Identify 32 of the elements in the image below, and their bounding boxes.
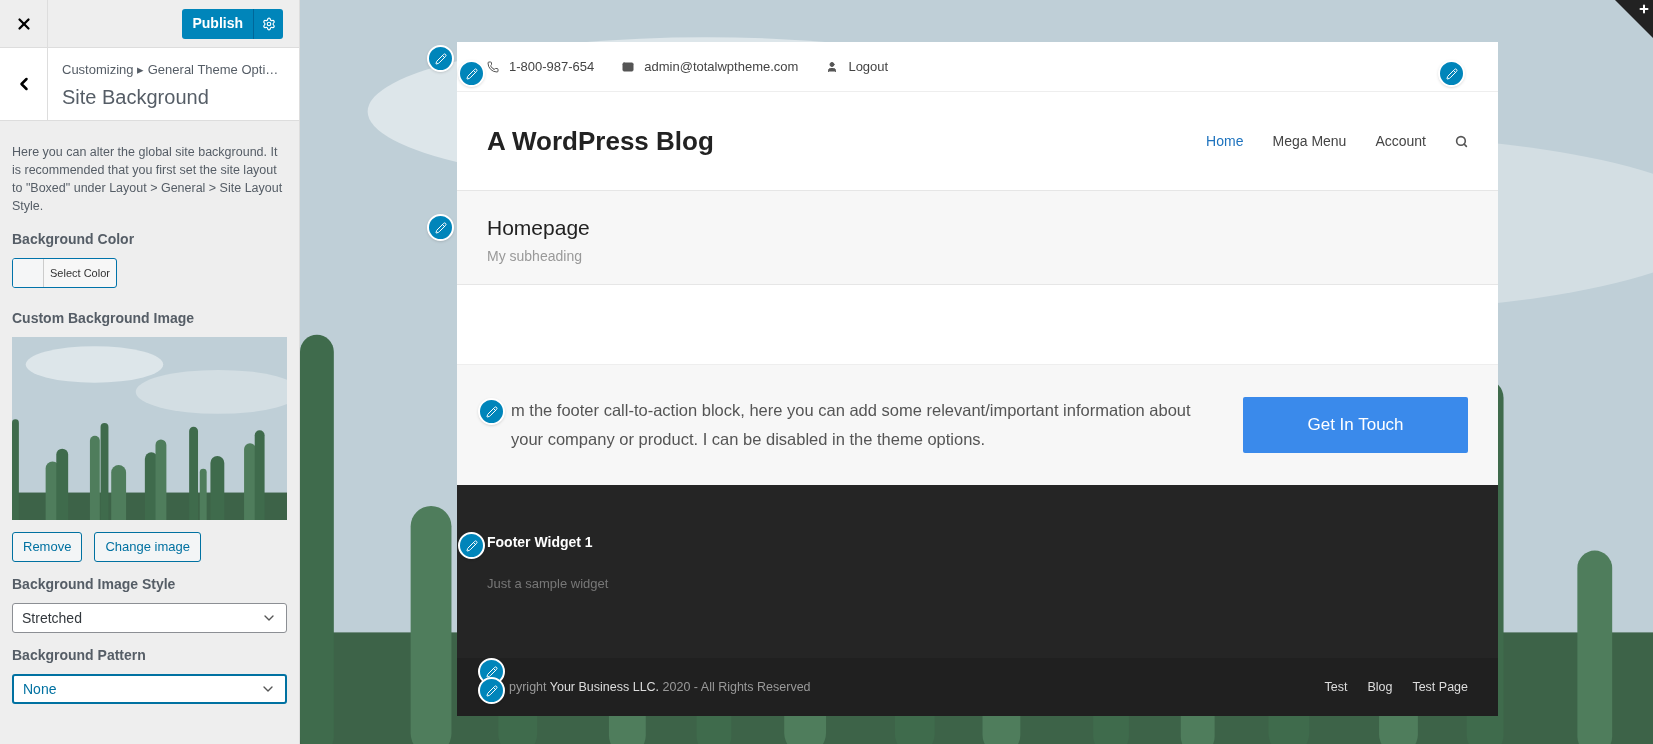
image-action-button[interactable]: Remove xyxy=(12,532,83,562)
nav-link[interactable]: Account xyxy=(1375,130,1426,152)
site-logo[interactable]: A WordPress Blog xyxy=(487,121,714,161)
select-field[interactable]: None xyxy=(12,674,287,704)
field-label: Background Image Style xyxy=(12,575,177,594)
footer-widget-text: Just a sample widget xyxy=(487,575,610,593)
topbar-link[interactable]: Logout xyxy=(848,56,889,77)
section-description: Here you can alter the global site background. It is recommended that you first set the site layout to "Boxed" under Layout > General > Site Layout Style. xyxy=(12,144,284,215)
field-label: Background Pattern xyxy=(12,646,147,665)
section-title: Site Background xyxy=(62,84,210,110)
page-subtitle: My subheading xyxy=(487,246,583,266)
phone-icon xyxy=(487,60,499,73)
copyright-text: pyright Your Business LLC. 2020 - All Rights Reserved xyxy=(509,678,811,696)
select-field[interactable]: Stretched xyxy=(12,603,287,633)
footer-link[interactable]: Blog xyxy=(1367,677,1393,697)
footer-widget-title: Footer Widget 1 xyxy=(487,533,594,552)
select-color-button[interactable]: Select Color xyxy=(12,258,117,288)
topbar-link[interactable]: 1-800-987-654 xyxy=(509,56,595,77)
search-icon[interactable] xyxy=(1455,134,1468,148)
field-label: Background Color xyxy=(12,230,136,249)
topbar-link[interactable]: admin@totalwptheme.com xyxy=(644,56,799,77)
page-title: Homepage xyxy=(487,215,591,241)
cta-text: m the footer call-to-action block, here you can add some relevant/important information about your company or product. I can be disabled in the theme options. xyxy=(511,400,1191,450)
image-action-button[interactable]: Change image xyxy=(94,532,201,562)
business-link[interactable]: Your Business LLC. xyxy=(549,679,660,694)
nav-link[interactable]: Home xyxy=(1206,130,1244,152)
footer-link[interactable]: Test xyxy=(1324,677,1348,697)
field-label: Custom Background Image xyxy=(12,309,196,328)
footer-link[interactable]: Test Page xyxy=(1412,677,1468,697)
nav-link[interactable]: Mega Menu xyxy=(1272,130,1347,152)
breadcrumb: Customizing ▸ General Theme Opti… xyxy=(62,61,280,79)
user-icon xyxy=(826,60,839,73)
